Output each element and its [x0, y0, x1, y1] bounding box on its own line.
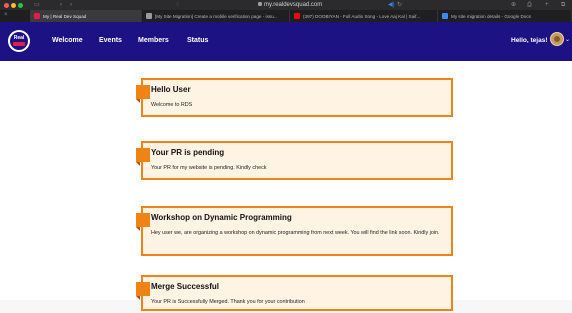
tab-github-issue[interactable]: [My Site Migration] Create a mobile veri…: [142, 10, 290, 22]
notification-card[interactable]: Merge Successful Your PR is Successfully…: [136, 275, 453, 311]
card-body: Your PR for my website is pending. Kindl…: [151, 165, 267, 171]
logo-bar: [13, 42, 25, 46]
shield-icon[interactable]: ◌: [176, 1, 180, 9]
minimize-window-icon[interactable]: [11, 3, 16, 8]
card-title: Workshop on Dynamic Programming: [151, 213, 292, 222]
new-tab-icon[interactable]: +: [545, 1, 549, 9]
youtube-favicon-icon: [294, 13, 300, 19]
rds-favicon-icon: [34, 13, 40, 19]
card-body: Welcome to RDS: [151, 102, 193, 108]
url-text: my.realdevsquad.com: [264, 2, 323, 8]
nav-welcome[interactable]: Welcome: [52, 36, 83, 45]
nav-status[interactable]: Status: [187, 36, 208, 45]
address-bar[interactable]: my.realdevsquad.com: [258, 1, 322, 9]
card-title: Your PR is pending: [151, 148, 225, 157]
tab-bar: × My | Real Dev Squad [My Site Migration…: [0, 10, 572, 22]
tab-google-docs[interactable]: My site migration details - Google Docs: [438, 10, 572, 22]
close-window-icon[interactable]: [4, 3, 9, 8]
tab-overview-icon[interactable]: ⧉: [561, 1, 565, 9]
logo-badge: Real: [10, 32, 28, 50]
user-greeting: Hello, tejas!: [511, 37, 548, 44]
back-icon[interactable]: ‹: [60, 1, 62, 9]
tab-label: My site migration details - Google Docs: [451, 13, 531, 19]
browser-toolbar: ▭ ‹ › ◌ my.realdevsquad.com ◀) ↻ ⊕ ⎙ + ⧉: [0, 0, 572, 10]
card-body: Hey user we, are organizing a workshop o…: [151, 230, 440, 236]
nav-events[interactable]: Events: [99, 36, 122, 45]
card-body: Your PR is Successfully Merged. Thank yo…: [151, 299, 305, 305]
close-tab-icon[interactable]: ×: [4, 12, 8, 18]
downloads-icon[interactable]: ⊕: [511, 1, 516, 9]
reload-icon[interactable]: ↻: [397, 1, 402, 9]
tab-label: (397) DOOBIYAN - Full Audio Song - Love …: [303, 13, 421, 19]
chevron-down-icon[interactable]: ⌄: [565, 36, 570, 45]
card-tag: [136, 85, 150, 103]
card-title: Hello User: [151, 85, 191, 94]
tab-label: My | Real Dev Squad: [43, 13, 87, 19]
card-title: Merge Successful: [151, 282, 220, 291]
notification-card[interactable]: Hello User Welcome to RDS: [136, 78, 453, 117]
nav-members[interactable]: Members: [138, 36, 169, 45]
notification-card[interactable]: Your PR is pending Your PR for my websit…: [136, 141, 453, 180]
tab-label: [My Site Migration] Create a mobile veri…: [155, 13, 278, 19]
sidebar-toggle-icon[interactable]: ▭: [34, 1, 40, 9]
top-navbar: Real Welcome Events Members Status Hello…: [0, 22, 572, 61]
docs-favicon-icon: [442, 13, 448, 19]
card-tag: [136, 213, 150, 231]
forward-icon[interactable]: ›: [70, 1, 72, 9]
tab-youtube[interactable]: (397) DOOBIYAN - Full Audio Song - Love …: [290, 10, 438, 22]
maximize-window-icon[interactable]: [18, 3, 23, 8]
notification-card[interactable]: Workshop on Dynamic Programming Hey user…: [136, 206, 453, 256]
lock-icon: [258, 2, 262, 6]
share-icon[interactable]: ⎙: [527, 1, 532, 9]
rds-logo[interactable]: Real: [8, 30, 30, 52]
github-favicon-icon: [146, 13, 152, 19]
avatar[interactable]: [550, 32, 564, 46]
avatar-face: [554, 36, 560, 42]
tab-my-rds[interactable]: My | Real Dev Squad: [30, 10, 142, 22]
card-tag: [136, 282, 150, 300]
card-tag: [136, 148, 150, 166]
audio-icon[interactable]: ◀): [388, 1, 395, 9]
logo-text: Real: [13, 35, 25, 41]
